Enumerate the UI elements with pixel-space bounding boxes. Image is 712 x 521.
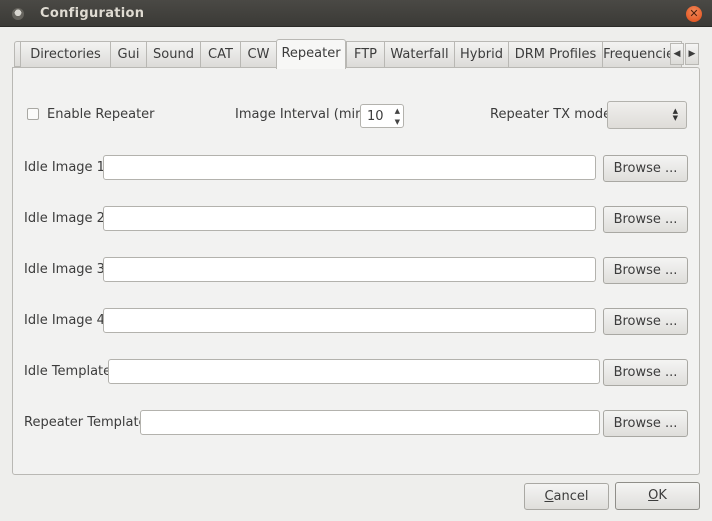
- repeater-tx-mode-label: Repeater TX mode: [490, 107, 612, 122]
- idle-image-3-input[interactable]: [103, 257, 596, 282]
- idle-template-label: Idle Template: [24, 364, 112, 379]
- browse-idle-template-button[interactable]: Browse ...: [603, 359, 688, 386]
- image-interval-spinbox[interactable]: 10 ▲ ▼: [360, 104, 404, 128]
- tab-scroll-left-icon[interactable]: ◀: [670, 43, 684, 65]
- repeater-tx-mode-combo[interactable]: ▲ ▼: [607, 101, 687, 129]
- window-title: Configuration: [40, 6, 145, 21]
- cancel-button[interactable]: Cancel: [524, 483, 609, 510]
- tab-repeater[interactable]: Repeater: [276, 39, 346, 69]
- idle-image-1-input[interactable]: [103, 155, 596, 180]
- ok-mnemonic: O: [648, 488, 659, 503]
- idle-template-input[interactable]: [108, 359, 600, 384]
- image-interval-label: Image Interval (min): [235, 107, 369, 122]
- close-icon[interactable]: ✕: [686, 6, 702, 22]
- idle-image-3-label: Idle Image 3: [24, 262, 105, 277]
- tab-gui[interactable]: Gui: [110, 41, 146, 67]
- idle-image-1-label: Idle Image 1: [24, 160, 105, 175]
- tab-bar: Directories Gui Sound CAT CW Repeater FT…: [12, 39, 700, 69]
- cancel-label: ancel: [553, 489, 589, 504]
- tab-cw[interactable]: CW: [240, 41, 276, 67]
- tab-directories[interactable]: Directories: [20, 41, 110, 67]
- ok-button[interactable]: OK: [615, 482, 700, 510]
- enable-repeater-checkbox[interactable]: [27, 108, 39, 120]
- browse-idle-image-3-button[interactable]: Browse ...: [603, 257, 688, 284]
- cancel-mnemonic: C: [544, 489, 554, 504]
- configuration-window: Configuration ✕ Directories Gui Sound CA…: [0, 0, 712, 521]
- tab-cat[interactable]: CAT: [200, 41, 240, 67]
- browse-idle-image-4-button[interactable]: Browse ...: [603, 308, 688, 335]
- spin-up-icon[interactable]: ▲: [395, 107, 400, 115]
- idle-image-2-input[interactable]: [103, 206, 596, 231]
- repeater-template-label: Repeater Template: [24, 415, 147, 430]
- tab-waterfall[interactable]: Waterfall: [384, 41, 454, 67]
- idle-image-4-label: Idle Image 4: [24, 313, 105, 328]
- enable-repeater-label[interactable]: Enable Repeater: [47, 107, 155, 122]
- title-bar[interactable]: Configuration ✕: [0, 0, 712, 27]
- tab-ftp[interactable]: FTP: [346, 41, 384, 67]
- tab-scroll-right-icon[interactable]: ▶: [685, 43, 699, 65]
- window-menu-icon[interactable]: [12, 8, 24, 20]
- browse-idle-image-2-button[interactable]: Browse ...: [603, 206, 688, 233]
- idle-image-2-label: Idle Image 2: [24, 211, 105, 226]
- idle-image-4-input[interactable]: [103, 308, 596, 333]
- combo-updown-icon: ▲ ▼: [672, 107, 678, 122]
- spin-down-icon[interactable]: ▼: [395, 118, 400, 126]
- repeater-template-input[interactable]: [140, 410, 600, 435]
- tab-drm-profiles[interactable]: DRM Profiles: [508, 41, 602, 67]
- browse-repeater-template-button[interactable]: Browse ...: [603, 410, 688, 437]
- tab-sound[interactable]: Sound: [146, 41, 200, 67]
- image-interval-value[interactable]: 10: [367, 109, 384, 124]
- ok-label: K: [658, 488, 667, 503]
- tab-hybrid[interactable]: Hybrid: [454, 41, 508, 67]
- browse-idle-image-1-button[interactable]: Browse ...: [603, 155, 688, 182]
